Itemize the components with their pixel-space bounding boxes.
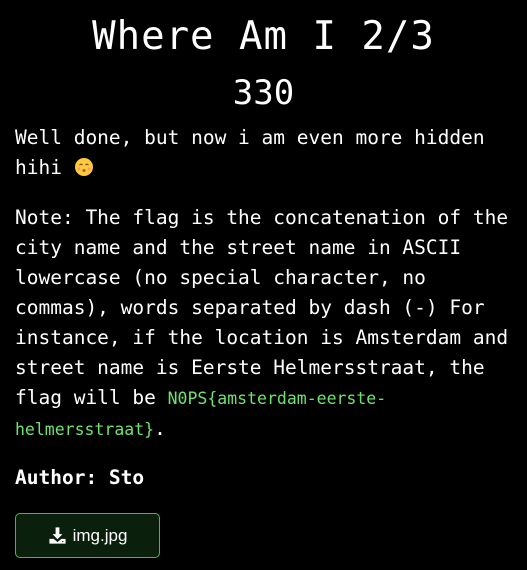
- challenge-points: 330: [232, 73, 295, 113]
- challenge-title: Where Am I 2/3: [92, 14, 435, 59]
- note-end: .: [154, 417, 166, 440]
- download-file-label: img.jpg: [72, 525, 128, 545]
- face-blowing-kiss-icon: [74, 158, 93, 176]
- challenge-author: Author: Sto: [15, 466, 145, 489]
- challenge-note: Note: The flag is the concatenation of t…: [15, 203, 525, 445]
- challenge-intro: Well done, but now i am even more hidden…: [15, 123, 515, 183]
- note-text: Note: The flag is the concatenation of t…: [15, 206, 509, 409]
- download-icon: [49, 527, 66, 544]
- download-file-button[interactable]: img.jpg: [15, 513, 160, 558]
